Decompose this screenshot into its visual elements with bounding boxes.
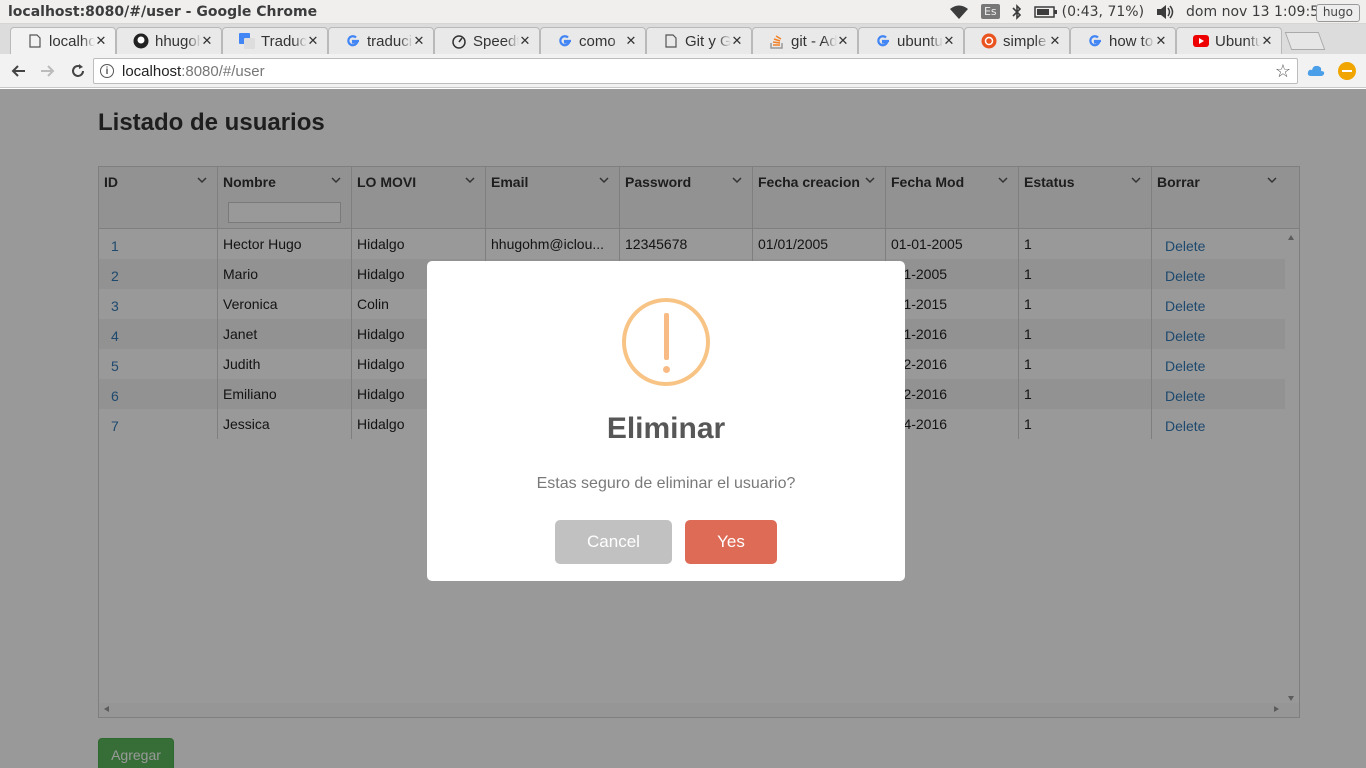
tab-label: simple [1003,32,1047,50]
close-tab-icon[interactable]: ✕ [1049,33,1061,49]
tab-label: Speedtest [473,32,519,50]
tab-label: Git y GitHub [685,32,731,50]
battery-status: (0:43, 71%) [1061,3,1145,20]
tab-label: Traductor [261,32,307,50]
wifi-icon[interactable] [949,4,969,20]
close-tab-icon[interactable]: ✕ [201,33,213,49]
dialog-message: Estas seguro de eliminar el usuario? [536,475,796,492]
close-tab-icon[interactable]: ✕ [1155,33,1167,49]
browser-tab[interactable]: localhost:8080/#/user✕ [10,27,116,54]
close-tab-icon[interactable]: ✕ [307,33,319,49]
confirm-delete-button[interactable]: Yes [685,520,777,564]
github-icon [133,33,149,49]
tab-label: ubuntu [897,32,943,50]
close-tab-icon[interactable]: ✕ [95,33,107,49]
close-tab-icon[interactable]: ✕ [943,33,955,49]
os-top-bar: localhost:8080/#/user - Google Chrome Es… [0,0,1366,24]
browser-tab[interactable]: como ✕ [540,27,646,54]
browser-tab[interactable]: Git y GitHub✕ [646,27,752,54]
tab-label: localhost:8080/#/user [49,32,95,50]
extension-minus-icon[interactable] [1338,62,1356,80]
tab-label: Ubuntu [1215,32,1261,50]
google-icon [557,33,573,49]
browser-tab[interactable]: Ubuntu ✕ [1176,27,1282,54]
google-icon [1087,33,1103,49]
close-tab-icon[interactable]: ✕ [837,33,849,49]
tab-label: hhugohm [155,32,201,50]
browser-tab[interactable]: how to ✕ [1070,27,1176,54]
warning-icon [622,298,710,386]
site-info-icon[interactable]: i [100,64,114,78]
url-host: localhost [122,62,182,80]
volume-icon[interactable] [1156,4,1174,20]
browser-tab[interactable]: ubuntu ✕ [858,27,964,54]
back-arrow-icon [11,64,25,77]
tab-label: traducir [367,32,413,50]
profile-button[interactable]: hugo [1315,4,1360,22]
close-tab-icon[interactable]: ✕ [1261,33,1273,49]
google-icon [875,33,891,49]
url-path: :8080/#/user [181,62,265,80]
close-tab-icon[interactable]: ✕ [413,33,425,49]
tab-label: git - Add [791,32,837,50]
browser-tab[interactable]: traducir ✕ [328,27,434,54]
system-tray: Es (0:43, 71%) dom nov 13 1:09:55 [949,3,1358,21]
close-tab-icon[interactable]: ✕ [519,33,531,49]
stackoverflow-icon [769,33,785,49]
window-title: localhost:8080/#/user - Google Chrome [8,3,318,20]
keyboard-layout-indicator[interactable]: Es [980,4,1000,19]
cloud-extension-icon[interactable] [1307,63,1325,79]
address-bar[interactable]: i localhost:8080/#/user ☆ [93,58,1298,84]
battery-icon[interactable] [1033,5,1058,19]
cancel-button[interactable]: Cancel [555,520,672,564]
close-tab-icon[interactable]: ✕ [625,33,637,49]
back-button[interactable] [4,57,32,85]
tab-strip: localhost:8080/#/user✕hhugohm✕Traductor✕… [0,24,1366,54]
translate-icon [239,33,255,49]
clock[interactable]: dom nov 13 1:09:55 [1186,4,1328,20]
ubuntu-icon [981,33,997,49]
tab-label: how to [1109,32,1154,50]
bookmark-star-icon[interactable]: ☆ [1275,61,1291,82]
browser-tab[interactable]: Traductor✕ [222,27,328,54]
google-icon [345,33,361,49]
browser-toolbar: i localhost:8080/#/user ☆ [0,54,1366,88]
delete-confirm-dialog: Eliminar Estas seguro de eliminar el usu… [427,261,905,581]
page-icon [27,33,43,49]
tab-label: como [579,32,616,50]
reload-button[interactable] [64,57,92,85]
browser-tab[interactable]: hhugohm✕ [116,27,222,54]
close-tab-icon[interactable]: ✕ [731,33,743,49]
bluetooth-icon[interactable] [1012,3,1022,20]
browser-tab[interactable]: simple ✕ [964,27,1070,54]
youtube-icon [1193,33,1209,49]
url-text: localhost:8080/#/user [122,63,265,80]
browser-tab[interactable]: git - Add✕ [752,27,858,54]
new-tab-button[interactable] [1284,32,1326,50]
speedometer-icon [451,33,467,49]
forward-button[interactable] [34,57,62,85]
reload-icon [72,63,84,77]
dialog-title: Eliminar [606,412,726,445]
page-icon [663,33,679,49]
forward-arrow-icon [41,64,55,77]
browser-tab[interactable]: Speedtest✕ [434,27,540,54]
